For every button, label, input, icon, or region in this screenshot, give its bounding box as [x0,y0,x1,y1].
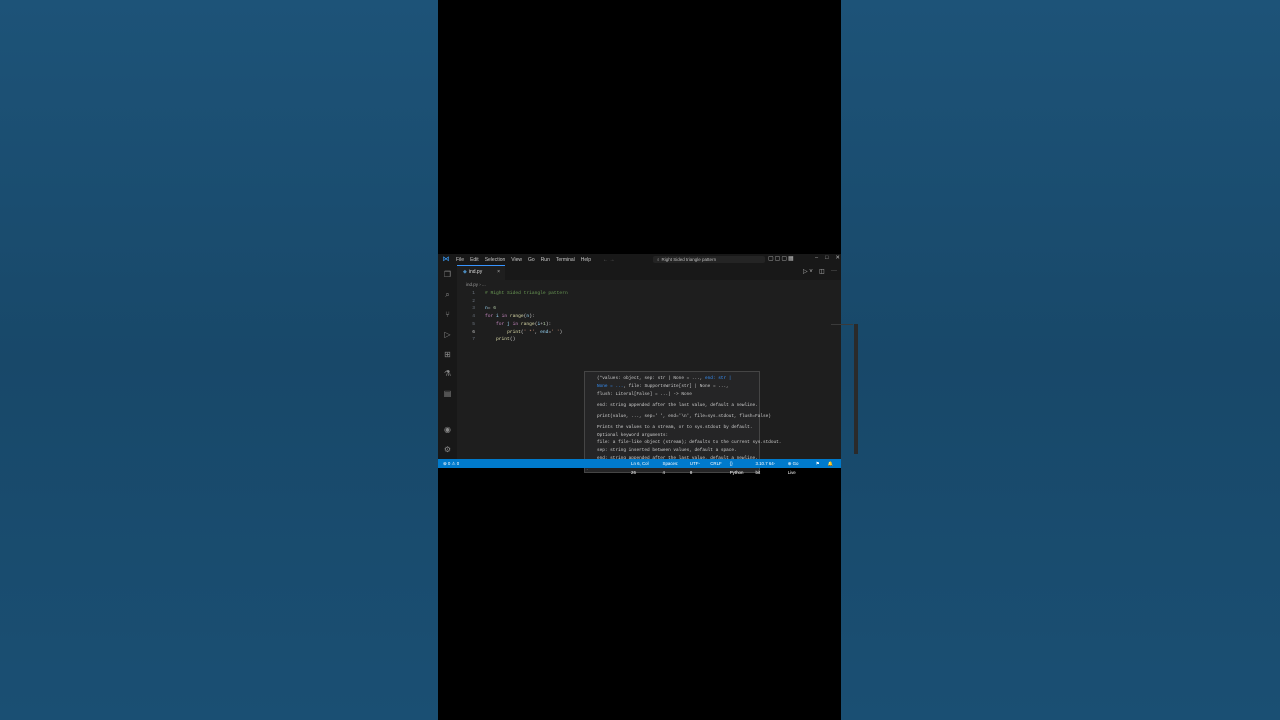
minimap[interactable] [831,324,853,325]
signature-part: flush: Literal[False] = ...) -> None [597,392,692,397]
activity-bar: ❐ ⌕ ⑂ ▷ ⊞ ⚗ ▤ ◉ ⚙ [438,265,457,459]
nav-arrows-icon[interactable]: ← → [603,257,614,263]
settings-gear-icon[interactable]: ⚙ [443,445,452,454]
line-number: 5 [472,321,475,327]
chevron-down-icon[interactable]: ˇ [586,469,594,474]
line-number: 3 [472,306,475,312]
menu-edit[interactable]: Edit [470,257,479,263]
active-parameter: None = ... [597,384,624,389]
code-text: print() [496,337,516,343]
testing-icon[interactable]: ⚗ [443,369,452,378]
breadcrumb[interactable]: ind.py › ... [466,282,486,287]
title-bar: ⋈ File Edit Selection View Go Run Termin… [438,254,841,265]
code-line: 6 print(' *', end=' ') [457,329,817,337]
background-left [0,0,438,720]
close-window-icon[interactable]: ✕ [835,255,840,261]
explorer-icon[interactable]: ❐ [443,270,452,279]
vscode-logo-icon: ⋈ [442,255,450,263]
line-number: 6 [472,329,475,335]
feedback-icon[interactable]: ⚑ [816,459,820,477]
code-line: 1 # Right Sided triangle pattern [457,290,817,298]
code-line: 7 print() [457,336,817,344]
doc-line: Prints the values to a stream, or to sys… [597,425,753,430]
param-doc: end: string appended after the last valu… [597,403,758,408]
background-right [841,0,1280,720]
vscode-window: ⋈ File Edit Selection View Go Run Termin… [438,254,858,475]
vertical-scrollbar[interactable] [854,324,858,454]
layout-toggle-icons[interactable]: ▢▢▢▦ [768,255,795,262]
signature-part: (*values: object, sep: str | None = ..., [597,376,706,381]
problems-indicator[interactable]: ⊗ 0 ⚠ 0 [443,459,459,468]
run-debug-icon[interactable]: ▷ [443,330,452,339]
doc-line: sep: string inserted between values, def… [597,448,737,454]
go-live-button[interactable]: ⊕ Go Live [788,459,808,477]
status-bar: ⊗ 0 ⚠ 0 Ln 6, Col 26 Spaces: 4 UTF-8 CRL… [438,459,841,475]
cursor-position[interactable]: Ln 6, Col 26 [631,459,655,477]
source-control-icon[interactable]: ⑂ [443,310,452,319]
search-icon: ⌕ [657,257,660,262]
more-actions-icon[interactable]: ··· [831,268,837,274]
remote-explorer-icon[interactable]: ▤ [443,389,452,398]
line-ending[interactable]: CRLF [710,459,721,477]
language-mode[interactable]: {} Python [730,459,748,477]
maximize-icon[interactable]: □ [825,255,828,261]
code-editor[interactable]: 1 # Right Sided triangle pattern 2 3 n= … [457,288,858,474]
window-controls: – □ ✕ [808,255,840,261]
menu-run[interactable]: Run [541,257,550,263]
account-icon[interactable]: ◉ [443,425,452,434]
encoding[interactable]: UTF-8 [690,459,702,477]
status-items: Ln 6, Col 26 Spaces: 4 UTF-8 CRLF {} Pyt… [631,459,841,477]
doc-line: Optional keyword arguments: [597,432,669,438]
python-interpreter[interactable]: 3.10.7 64-bit [755,459,779,477]
menu-bar: File Edit Selection View Go Run Terminal… [456,257,597,263]
code-text: print(' *', end=' ') [507,329,563,335]
line-number: 2 [472,298,475,304]
code-line: 4 for i in range(n): [457,313,817,321]
menu-selection[interactable]: Selection [485,257,506,263]
python-file-icon: ◆ [463,269,467,275]
menu-view[interactable]: View [511,257,522,263]
extensions-icon[interactable]: ⊞ [443,350,452,359]
code-line: 2 [457,298,817,306]
signature-help-popup: ˆ 1/2 ˇ (*values: object, sep: str | Non… [584,371,781,474]
editor-tabs: ◆ ind.py × ▷ ˅ ◫ ··· [457,265,841,280]
menu-file[interactable]: File [456,257,464,263]
search-title: Right Sided triangle pattern [661,257,717,262]
active-parameter: end: str | [705,376,732,381]
video-frame: ⋈ File Edit Selection View Go Run Termin… [438,0,858,720]
code-text: for i in range(n): [485,314,535,320]
code-text: # Right Sided triangle pattern [485,291,568,296]
signature-text: (*values: object, sep: str | None = ...,… [597,375,757,399]
tab-label: ind.py [468,269,483,275]
menu-help[interactable]: Help [581,257,591,263]
split-editor-icon[interactable]: ◫ [819,268,825,275]
doc-line: file: a file-like object (stream); defau… [597,440,782,446]
usage-doc: print(value, ..., sep=' ', end='\n', fil… [597,414,771,419]
indentation[interactable]: Spaces: 4 [663,459,682,477]
line-number: 7 [472,337,475,343]
notifications-icon[interactable]: 🔔 [828,459,833,477]
code-text: for j in range(i+1): [496,321,552,327]
code-text: n= 6 [485,306,497,312]
code-line: 5 for j in range(i+1): [457,321,817,329]
command-center-search[interactable]: ⌕ Right Sided triangle pattern [653,256,765,263]
line-number: 1 [472,291,475,296]
tab-ind-py[interactable]: ◆ ind.py × [457,265,505,280]
run-python-icon[interactable]: ▷ ˅ [803,268,813,275]
search-icon[interactable]: ⌕ [443,290,452,299]
code-line: 3 n= 6 [457,305,817,313]
menu-terminal[interactable]: Terminal [556,257,575,263]
close-tab-icon[interactable]: × [497,266,500,279]
signature-part: , file: SupportsWrite[str] | None = ..., [623,384,729,389]
menu-go[interactable]: Go [528,257,535,263]
line-number: 4 [472,314,475,320]
minimize-icon[interactable]: – [815,255,818,261]
